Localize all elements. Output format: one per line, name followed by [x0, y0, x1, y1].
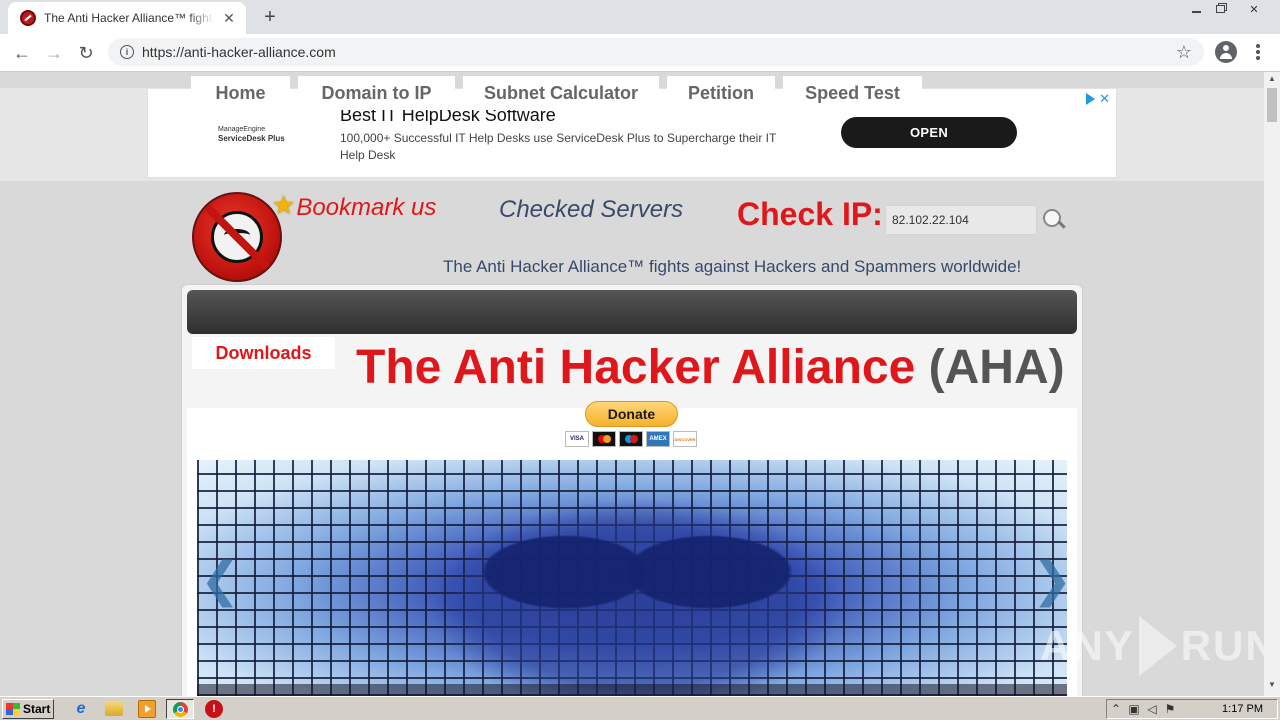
check-ip-label: Check IP:	[737, 196, 883, 232]
discover-icon: DISCOVER	[673, 431, 697, 447]
slider-prev-button[interactable]: ❮	[200, 552, 240, 608]
mastercard-icon	[592, 431, 616, 447]
maestro-icon	[619, 431, 643, 447]
forward-button[interactable]: →	[42, 41, 66, 65]
amex-icon: AMEX	[646, 431, 670, 447]
page-viewport: ManageEngine ServiceDesk Plus Best IT He…	[0, 72, 1264, 696]
back-button[interactable]: ←	[10, 41, 34, 65]
windows-logo-icon	[6, 703, 20, 715]
browser-tab[interactable]: The Anti Hacker Alliance™ fights against…	[8, 2, 246, 34]
page-title: The Anti Hacker Alliance (AHA)	[356, 340, 1065, 395]
donate-button[interactable]: Donate	[585, 401, 678, 427]
nav-item-domain-to-ip[interactable]: Domain to IP	[298, 76, 455, 110]
visa-icon: VISA	[565, 431, 589, 447]
bookmark-link[interactable]: ★ Bookmark us	[272, 190, 436, 222]
start-label: Start	[23, 702, 51, 716]
reload-button[interactable]: ↻	[74, 41, 98, 65]
address-bar[interactable]: i https://anti-hacker-alliance.com ☆	[108, 38, 1204, 66]
system-tray: ⌃ ▣ ◁ ⚑ 1:17 PM	[1106, 699, 1278, 719]
site-info-icon[interactable]: i	[120, 45, 134, 59]
internet-explorer-icon[interactable]: e	[72, 700, 90, 718]
taskbar: Start e ! ⌃ ▣ ◁ ⚑ 1:17 PM	[0, 696, 1280, 720]
skull-image	[397, 480, 877, 696]
nav-item-petition[interactable]: Petition	[667, 76, 775, 110]
ad-description: 100,000+ Successful IT Help Desks use Se…	[340, 131, 777, 162]
watermark-right: RUN	[1180, 622, 1264, 669]
ad-choices[interactable]: ✕	[1086, 91, 1110, 107]
close-window-button[interactable]: ✕	[1232, 0, 1276, 18]
checked-servers-link[interactable]: Checked Servers	[499, 196, 683, 224]
nav-item-speed-test[interactable]: Speed Test	[783, 76, 922, 110]
url-text[interactable]: https://anti-hacker-alliance.com	[142, 44, 336, 60]
bookmark-label[interactable]: Bookmark us	[296, 194, 436, 222]
nav-item-home[interactable]: Home	[191, 76, 290, 110]
browser-toolbar: ← → ↻ i https://anti-hacker-alliance.com…	[0, 34, 1280, 72]
minimize-icon	[1191, 11, 1201, 13]
slider-next-button[interactable]: ❯	[1032, 552, 1072, 608]
anyrun-watermark: ANY RUN	[1040, 616, 1264, 676]
search-icon[interactable]	[1042, 208, 1066, 232]
profile-icon[interactable]	[1215, 41, 1237, 63]
ip-input[interactable]	[885, 205, 1037, 235]
minimize-window-button[interactable]	[1184, 0, 1208, 18]
ad-brand: ServiceDesk Plus	[218, 134, 285, 143]
media-player-icon[interactable]	[138, 700, 156, 718]
payment-cards: VISA AMEX DISCOVER	[565, 431, 697, 447]
tab-close-icon[interactable]: ✕	[220, 9, 238, 27]
tab-title: The Anti Hacker Alliance™ fights against…	[44, 11, 214, 25]
ad-close-icon[interactable]: ✕	[1099, 91, 1110, 107]
chrome-taskbar-button[interactable]	[166, 699, 194, 719]
page-scrollbar[interactable]: ▲ ▼	[1264, 72, 1280, 696]
watermark-left: ANY	[1040, 622, 1135, 669]
chrome-icon	[173, 702, 188, 717]
image-slider[interactable]	[197, 460, 1067, 696]
downloads-link[interactable]: Downloads	[192, 337, 335, 369]
site-favicon-icon	[20, 10, 36, 26]
ad-brand-logo: ManageEngine ServiceDesk Plus	[218, 125, 285, 143]
tray-expand-icon[interactable]: ⌃	[1107, 702, 1125, 716]
start-button[interactable]: Start	[2, 699, 54, 719]
site-tagline: The Anti Hacker Alliance™ fights against…	[443, 257, 1022, 276]
tab-strip: The Anti Hacker Alliance™ fights against…	[0, 0, 1280, 34]
stop-icon[interactable]: !	[205, 700, 223, 718]
scroll-up-icon[interactable]: ▲	[1268, 74, 1276, 83]
ad-choices-icon[interactable]	[1086, 93, 1096, 105]
nav-item-subnet-calculator[interactable]: Subnet Calculator	[463, 76, 659, 110]
ad-open-button[interactable]: OPEN	[841, 117, 1017, 148]
scrollbar-thumb[interactable]	[1267, 88, 1277, 122]
page-title-main: The Anti Hacker Alliance	[356, 341, 916, 394]
flag-icon[interactable]: ⚑	[1161, 702, 1179, 716]
network-icon[interactable]: ▣	[1125, 702, 1143, 716]
star-icon: ★	[272, 190, 296, 220]
scroll-down-icon[interactable]: ▼	[1268, 680, 1276, 689]
page-title-suffix: (AHA)	[928, 341, 1065, 394]
clock[interactable]: 1:17 PM	[1222, 703, 1263, 715]
volume-icon[interactable]: ◁	[1143, 702, 1161, 716]
slide-caption-bar	[197, 684, 1067, 696]
site-logo[interactable]	[192, 192, 282, 282]
bookmark-star-icon[interactable]: ☆	[1176, 42, 1192, 63]
ad-brand-small: ManageEngine	[218, 126, 266, 133]
play-icon	[1138, 616, 1177, 676]
main-nav	[187, 290, 1077, 334]
restore-window-button[interactable]	[1208, 0, 1232, 18]
browser-menu-icon[interactable]	[1250, 42, 1266, 62]
restore-icon	[1215, 5, 1225, 13]
new-tab-button[interactable]: +	[258, 6, 282, 28]
file-explorer-icon[interactable]	[105, 702, 123, 716]
